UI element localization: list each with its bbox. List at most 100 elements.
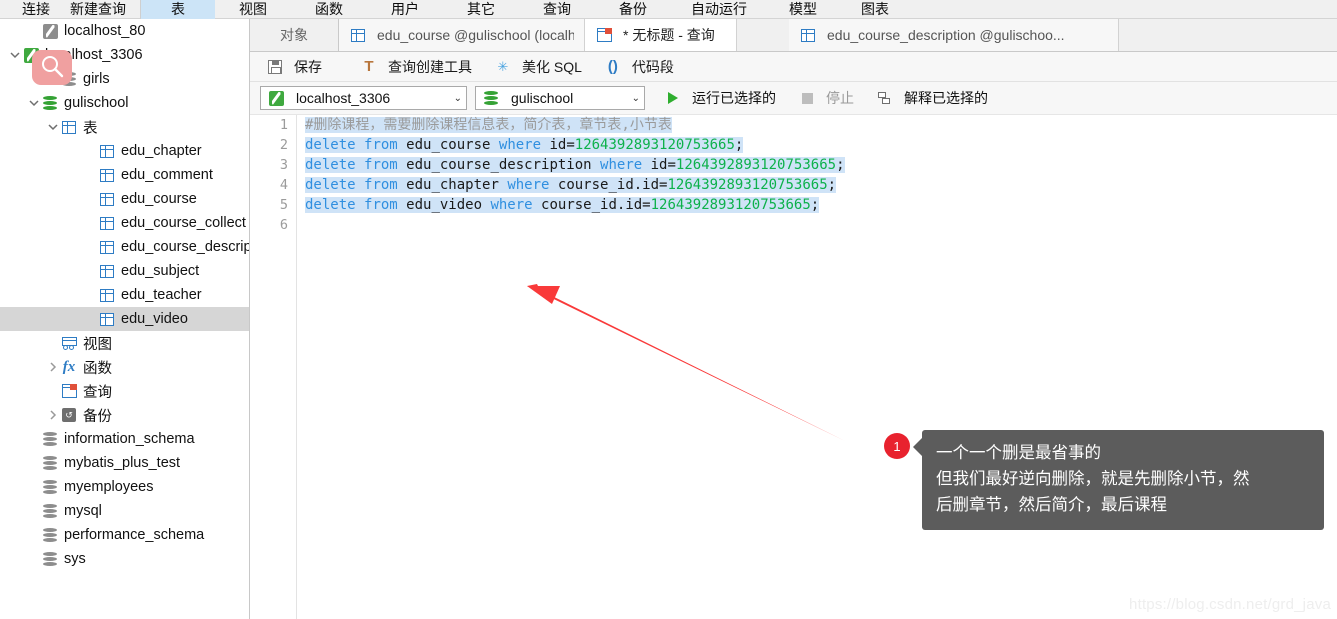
sidebar-item-edu_course_collect[interactable]: edu_course_collect [0, 211, 249, 235]
sidebar-item-mysql[interactable]: mysql [0, 499, 249, 523]
beautify-label: 美化 SQL [522, 58, 582, 75]
sidebar-item-label: girls [83, 71, 110, 87]
sidebar-item-[interactable]: 表 [0, 115, 249, 139]
code-line-content: delete from edu_video where course_id.id… [305, 197, 820, 213]
sidebar-item-edu_course[interactable]: edu_course [0, 187, 249, 211]
tab-objects[interactable]: 对象 [250, 19, 339, 51]
tree-twisty[interactable] [46, 115, 60, 139]
stop-icon [798, 89, 816, 107]
sidebar-item-performance_schema[interactable]: performance_schema [0, 523, 249, 547]
table-icon [100, 144, 114, 158]
table-icon [100, 168, 114, 182]
sidebar-item-localhost_80[interactable]: localhost_80 [0, 19, 249, 43]
toolbar-item-view[interactable]: 视图 [215, 0, 291, 19]
connection-select[interactable]: localhost_3306 ⌄ [260, 86, 467, 110]
sidebar-item-edu_video[interactable]: edu_video [0, 307, 249, 331]
chevron-down-icon[interactable] [29, 98, 39, 108]
database-select[interactable]: gulischool ⌄ [475, 86, 645, 110]
tree-twisty[interactable] [46, 355, 60, 379]
code-token: delete [305, 137, 356, 153]
toolbar-item-function[interactable]: 函数 [291, 0, 367, 19]
code-line[interactable]: delete from edu_video where course_id.id… [305, 195, 1337, 215]
table-icon [100, 312, 114, 326]
save-icon [266, 58, 284, 76]
toolbar-item-new-query[interactable]: 新建查询 [60, 0, 136, 19]
tree-twisty [27, 499, 41, 523]
sidebar-item-label: edu_chapter [121, 143, 202, 159]
sidebar-item-information_schema[interactable]: information_schema [0, 427, 249, 451]
run-selected-button[interactable]: 运行已选择的 [659, 86, 781, 110]
sidebar-item-myemployees[interactable]: myemployees [0, 475, 249, 499]
query-builder-icon: T [364, 58, 374, 75]
tree-twisty [84, 283, 98, 307]
backup-icon: ↺ [62, 408, 76, 422]
explain-selected-button[interactable]: 解释已选择的 [871, 86, 993, 110]
toolbar-item-query[interactable]: 查询 [519, 0, 595, 19]
chevron-down-icon: ⌄ [631, 92, 640, 104]
sidebar-item-[interactable]: fx 函数 [0, 355, 249, 379]
tab-edu-course[interactable]: edu_course @gulischool (localhost_... [339, 19, 585, 51]
code-token: 1264392893120753665 [574, 137, 735, 153]
toolbar-item-automation[interactable]: 自动运行 [671, 0, 767, 19]
toolbar-item-chart[interactable]: 图表 [839, 0, 911, 19]
toolbar-item-model[interactable]: 模型 [767, 0, 839, 19]
code-line[interactable]: delete from edu_chapter where course_id.… [305, 175, 1337, 195]
sidebar-item-edu_comment[interactable]: edu_comment [0, 163, 249, 187]
sidebar-tree[interactable]: localhost_80 localhost_3306girls gulischoo… [0, 19, 250, 619]
tab-edu-course-description[interactable]: edu_course_description @gulischoo... [789, 19, 1119, 51]
database-icon [43, 551, 57, 567]
sidebar-item-label: edu_video [121, 311, 188, 327]
sidebar-item-edu_chapter[interactable]: edu_chapter [0, 139, 249, 163]
code-line[interactable]: delete from edu_course_description where… [305, 155, 1337, 175]
tab-untitled-query[interactable]: * 无标题 - 查询 [585, 19, 737, 51]
chevron-right-icon[interactable] [48, 362, 58, 372]
sidebar-item-label: localhost_80 [64, 23, 146, 39]
chevron-right-icon[interactable] [48, 410, 58, 420]
code-line[interactable] [305, 215, 1337, 235]
sidebar-item-sys[interactable]: sys [0, 547, 249, 571]
table-icon [799, 26, 817, 44]
sidebar-item-gulischool[interactable]: gulischool [0, 91, 249, 115]
stop-label: 停止 [826, 90, 854, 106]
chevron-down-icon[interactable] [48, 122, 58, 132]
tree-twisty[interactable] [46, 403, 60, 427]
sidebar-item-edu_subject[interactable]: edu_subject [0, 259, 249, 283]
sidebar-item-label: localhost_3306 [45, 47, 143, 63]
toolbar-item-connection[interactable]: 连接 [12, 0, 60, 19]
toolbar-item-table[interactable]: 表 [140, 0, 215, 19]
sql-code-area[interactable]: #删除课程，需要删除课程信息表，简介表，章节表,小节表 delete from e… [305, 115, 1337, 619]
code-token: 1264392893120753665 [675, 157, 837, 173]
database-icon [482, 89, 500, 107]
database-icon [43, 455, 57, 471]
sidebar-item-[interactable]: 查询 [0, 379, 249, 403]
code-snippet-button[interactable]: () 代码段 [598, 55, 680, 79]
beautify-sql-button[interactable]: ✳ 美化 SQL [488, 55, 588, 79]
chevron-down-icon[interactable] [10, 50, 20, 60]
sidebar-item-girls[interactable]: girls [0, 67, 249, 91]
tree-twisty [27, 475, 41, 499]
code-token: where [498, 137, 542, 153]
line-number: 2 [279, 137, 288, 153]
toolbar-item-backup[interactable]: 备份 [595, 0, 671, 19]
tree-twisty[interactable] [27, 91, 41, 115]
query-builder-button[interactable]: T 查询创建工具 [354, 55, 478, 79]
toolbar-item-user[interactable]: 用户 [367, 0, 443, 19]
code-line[interactable]: delete from edu_course where id=12643928… [305, 135, 1337, 155]
sidebar-item-edu_teacher[interactable]: edu_teacher [0, 283, 249, 307]
code-line[interactable]: #删除课程，需要删除课程信息表，简介表，章节表,小节表 [305, 115, 1337, 135]
sidebar-item-[interactable]: 视图 [0, 331, 249, 355]
connection-icon [42, 23, 58, 39]
table-icon [100, 216, 114, 230]
code-token: where [600, 157, 643, 173]
toolbar-item-other[interactable]: 其它 [443, 0, 519, 19]
sql-editor[interactable]: 1 2 3 4 5 6 #删除课程，需要删除课程信息表，简介表，章节表,小节表 delete… [250, 115, 1337, 619]
tree-twisty[interactable] [8, 43, 22, 67]
code-token: edu_chapter [397, 177, 508, 193]
sidebar-item-localhost_3306[interactable]: localhost_3306 [0, 43, 249, 67]
save-button[interactable]: 保存 [260, 55, 328, 79]
sidebar-item-[interactable]: ↺ 备份 [0, 403, 249, 427]
sidebar-item-mybatis_plus_test[interactable]: mybatis_plus_test [0, 451, 249, 475]
annotation-line-2: 但我们最好逆向删除，就是先删除小节，然 [936, 470, 1250, 488]
sidebar-item-edu_course_descripti[interactable]: edu_course_descripti [0, 235, 249, 259]
